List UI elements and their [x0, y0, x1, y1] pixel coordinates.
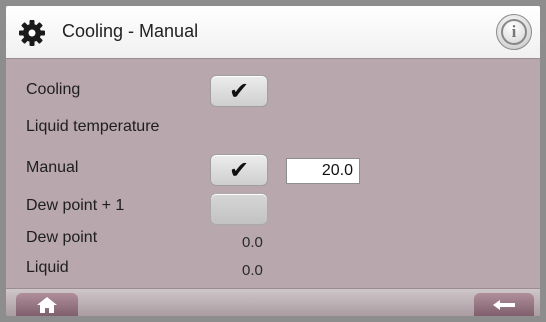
back-button[interactable]: [474, 293, 534, 316]
info-button[interactable]: i: [496, 14, 532, 50]
home-icon: [37, 297, 57, 313]
gear-icon: [19, 20, 45, 46]
cooling-checkbox[interactable]: ✔: [210, 75, 268, 107]
back-arrow-icon: [493, 300, 515, 310]
home-button[interactable]: [16, 293, 78, 316]
dew-point-value: 0.0: [242, 234, 263, 251]
checkmark-icon: ✔: [228, 156, 250, 184]
cooling-label: Cooling: [26, 81, 81, 98]
manual-temperature-input[interactable]: 20.0: [286, 158, 360, 184]
dew-point-plus-one-label: Dew point + 1: [26, 197, 125, 214]
dew-point-label: Dew point: [26, 229, 98, 246]
checkmark-icon: ✔: [228, 77, 250, 105]
liquid-value: 0.0: [242, 262, 263, 279]
footer-bar: [6, 288, 540, 316]
cooling-manual-screen: Cooling - Manual i Cooling ✔ Liquid temp…: [6, 6, 540, 316]
manual-checkbox[interactable]: ✔: [210, 154, 268, 186]
liquid-label: Liquid: [26, 259, 69, 276]
page-title: Cooling - Manual: [62, 21, 199, 41]
info-icon: i: [501, 19, 527, 45]
dew-point-plus-one-checkbox[interactable]: [210, 193, 268, 225]
liquid-temperature-label: Liquid temperature: [26, 118, 160, 135]
header-bar: Cooling - Manual i: [6, 6, 540, 59]
manual-label: Manual: [26, 159, 79, 176]
